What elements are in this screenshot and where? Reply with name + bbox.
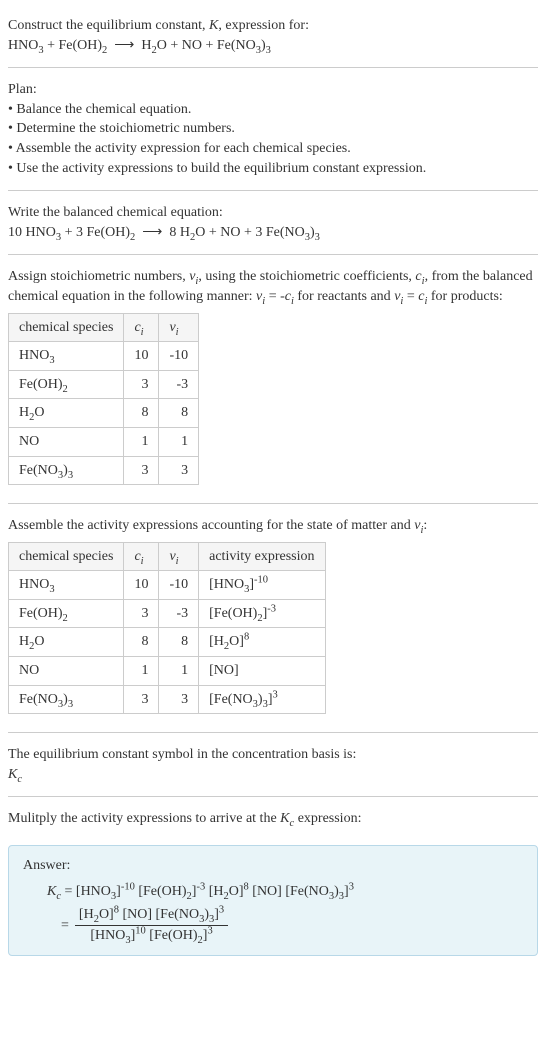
activity-intro: Assemble the activity expressions accoun… — [8, 516, 538, 536]
table-row: H2O88 — [9, 399, 199, 428]
cell-ci: 10 — [124, 342, 159, 371]
table-row: NO11[NO] — [9, 657, 326, 686]
cell-ci: 1 — [124, 427, 159, 456]
cell-vi: 8 — [159, 399, 199, 428]
table-row: Fe(OH)23-3 — [9, 370, 199, 399]
cell-species: H2O — [9, 628, 124, 657]
col-ci: ci — [124, 313, 159, 342]
cell-species: Fe(NO3)3 — [9, 685, 124, 714]
cell-activity: [Fe(NO3)3]3 — [199, 685, 325, 714]
table-row: NO11 — [9, 427, 199, 456]
cell-activity: [HNO3]-10 — [199, 571, 325, 600]
cell-ci: 1 — [124, 657, 159, 686]
fraction-denominator: [HNO3]10 [Fe(OH)2]3 — [75, 926, 228, 946]
cell-ci: 3 — [124, 456, 159, 485]
plan-item: • Assemble the activity expression for e… — [8, 139, 538, 159]
table-row: H2O88[H2O]8 — [9, 628, 326, 657]
cell-species: HNO3 — [9, 571, 124, 600]
col-species: chemical species — [9, 542, 124, 571]
divider — [8, 796, 538, 797]
divider — [8, 254, 538, 255]
plan-section: Plan: • Balance the chemical equation. •… — [8, 72, 538, 186]
cell-vi: -10 — [159, 571, 199, 600]
cell-ci: 8 — [124, 628, 159, 657]
cell-vi: 8 — [159, 628, 199, 657]
header-section: Construct the equilibrium constant, K, e… — [8, 8, 538, 63]
cell-ci: 3 — [124, 685, 159, 714]
cell-species: HNO3 — [9, 342, 124, 371]
fraction: [H2O]8 [NO] [Fe(NO3)3]3 [HNO3]10 [Fe(OH)… — [75, 905, 228, 945]
cell-vi: -3 — [159, 599, 199, 628]
plan-title: Plan: — [8, 80, 538, 100]
col-ci: ci — [124, 542, 159, 571]
col-vi: νi — [159, 542, 199, 571]
table-row: Fe(NO3)333[Fe(NO3)3]3 — [9, 685, 326, 714]
header-equation: HNO3 + Fe(OH)2 ⟶ H2O + NO + Fe(NO3)3 — [8, 36, 538, 56]
answer-title: Answer: — [23, 856, 523, 876]
fraction-numerator: [H2O]8 [NO] [Fe(NO3)3]3 — [75, 905, 228, 926]
cell-species: Fe(NO3)3 — [9, 456, 124, 485]
answer-equation: Kc = [HNO3]-10 [Fe(OH)2]-3 [H2O]8 [NO] [… — [47, 882, 523, 902]
cell-ci: 3 — [124, 599, 159, 628]
cell-species: NO — [9, 657, 124, 686]
divider — [8, 190, 538, 191]
cell-vi: -10 — [159, 342, 199, 371]
symbol-kc: Kc — [8, 765, 538, 785]
cell-activity: [H2O]8 — [199, 628, 325, 657]
table-header-row: chemical species ci νi activity expressi… — [9, 542, 326, 571]
symbol-text: The equilibrium constant symbol in the c… — [8, 745, 538, 765]
cell-species: H2O — [9, 399, 124, 428]
activity-table: chemical species ci νi activity expressi… — [8, 542, 326, 715]
cell-activity: [NO] — [199, 657, 325, 686]
activity-section: Assemble the activity expressions accoun… — [8, 508, 538, 728]
cell-vi: -3 — [159, 370, 199, 399]
cell-vi: 1 — [159, 657, 199, 686]
table-row: HNO310-10 — [9, 342, 199, 371]
col-activity: activity expression — [199, 542, 325, 571]
cell-ci: 8 — [124, 399, 159, 428]
stoich-section: Assign stoichiometric numbers, νi, using… — [8, 259, 538, 499]
multiply-section: Mulitply the activity expressions to arr… — [8, 801, 538, 837]
table-row: HNO310-10[HNO3]-10 — [9, 571, 326, 600]
table-row: Fe(NO3)333 — [9, 456, 199, 485]
cell-species: Fe(OH)2 — [9, 599, 124, 628]
cell-ci: 3 — [124, 370, 159, 399]
multiply-text: Mulitply the activity expressions to arr… — [8, 809, 538, 829]
divider — [8, 67, 538, 68]
cell-ci: 10 — [124, 571, 159, 600]
balanced-section: Write the balanced chemical equation: 10… — [8, 195, 538, 250]
plan-item: • Balance the chemical equation. — [8, 100, 538, 120]
col-vi: νi — [159, 313, 199, 342]
stoich-intro: Assign stoichiometric numbers, νi, using… — [8, 267, 538, 306]
balanced-equation: 10 HNO3 + 3 Fe(OH)2 ⟶ 8 H2O + NO + 3 Fe(… — [8, 223, 538, 243]
cell-vi: 3 — [159, 456, 199, 485]
stoich-table: chemical species ci νi HNO310-10 Fe(OH)2… — [8, 313, 199, 486]
table-header-row: chemical species ci νi — [9, 313, 199, 342]
symbol-section: The equilibrium constant symbol in the c… — [8, 737, 538, 792]
cell-species: Fe(OH)2 — [9, 370, 124, 399]
plan-item: • Determine the stoichiometric numbers. — [8, 119, 538, 139]
col-species: chemical species — [9, 313, 124, 342]
table-row: Fe(OH)23-3[Fe(OH)2]-3 — [9, 599, 326, 628]
cell-vi: 1 — [159, 427, 199, 456]
answer-fraction: = [H2O]8 [NO] [Fe(NO3)3]3 [HNO3]10 [Fe(O… — [47, 905, 523, 945]
header-text: Construct the equilibrium constant, K, e… — [8, 16, 538, 36]
cell-vi: 3 — [159, 685, 199, 714]
plan-item: • Use the activity expressions to build … — [8, 159, 538, 179]
cell-activity: [Fe(OH)2]-3 — [199, 599, 325, 628]
balanced-title: Write the balanced chemical equation: — [8, 203, 538, 223]
divider — [8, 732, 538, 733]
cell-species: NO — [9, 427, 124, 456]
divider — [8, 503, 538, 504]
answer-box: Answer: Kc = [HNO3]-10 [Fe(OH)2]-3 [H2O]… — [8, 845, 538, 956]
